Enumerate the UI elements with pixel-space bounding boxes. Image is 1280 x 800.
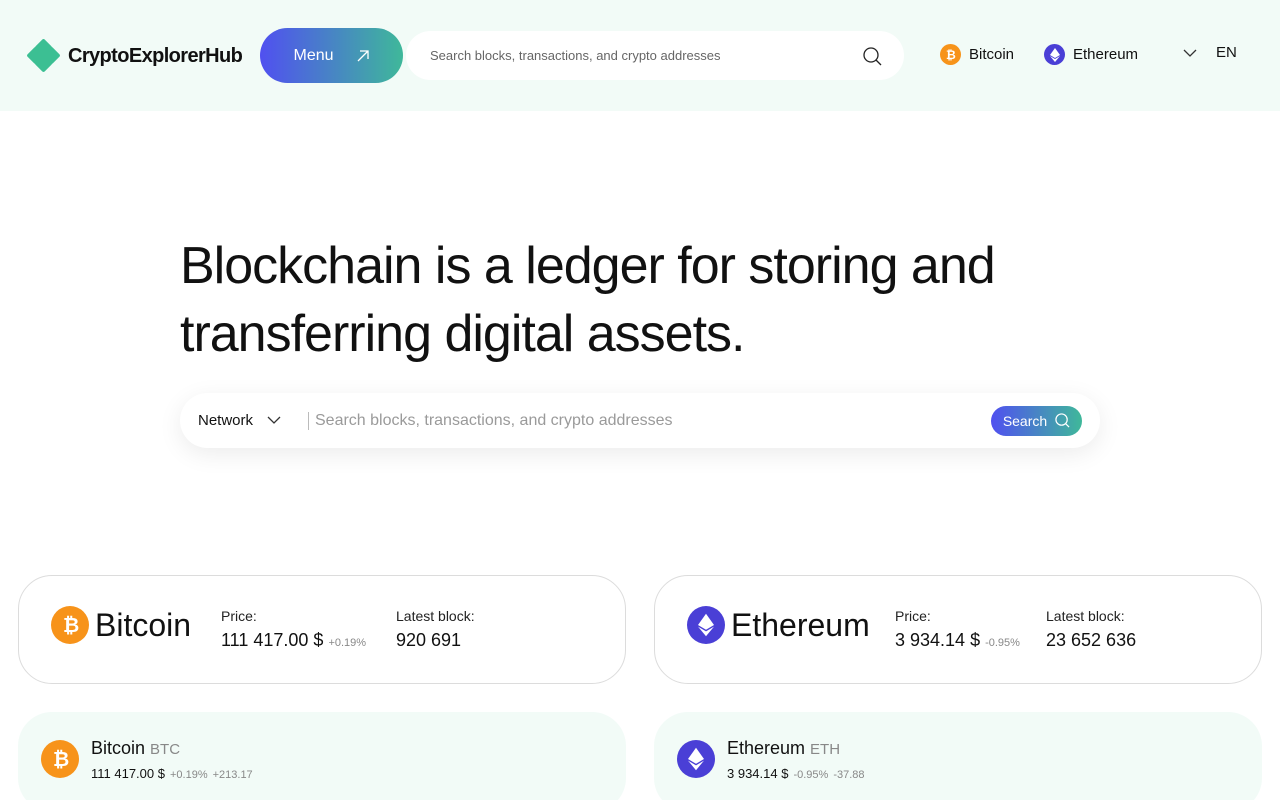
search-divider: [308, 411, 309, 430]
network-dropdown-label: Network: [198, 412, 254, 429]
logo-text: CryptoExplorerHub: [68, 44, 243, 67]
svg-text:₿: ₿: [53, 748, 69, 770]
bitcoin-market-panel[interactable]: ₿ Bitcoin BTC 111 417.00 $ +0.19% +213.17: [18, 712, 626, 800]
network-dropdown[interactable]: Network: [180, 412, 308, 429]
bitcoin-icon: ₿: [51, 606, 89, 644]
site-header: CryptoExplorerHub Menu ₿ Bitcoin Ethereu…: [0, 0, 1280, 111]
ethereum-summary-card[interactable]: Ethereum Price: 3 934.14 $ -0.95% Latest…: [654, 575, 1262, 684]
arrow-up-right-icon: [357, 49, 369, 61]
panel-change-pct: -0.95%: [793, 769, 829, 781]
menu-button[interactable]: Menu: [260, 28, 403, 83]
nav-ethereum-label: Ethereum: [1073, 46, 1139, 63]
latest-block-stat: Latest block: 920 691: [396, 608, 475, 651]
card-coin-label: Ethereum: [731, 606, 870, 643]
price-value: 3 934.14 $: [895, 630, 981, 650]
language-selector[interactable]: EN: [1182, 44, 1237, 61]
panel-coin-label: Ethereum: [727, 738, 806, 758]
panel-ticker: BTC: [150, 741, 181, 758]
ethereum-icon: [1044, 44, 1065, 65]
ethereum-icon: [677, 740, 715, 778]
chevron-down-icon: [267, 416, 281, 424]
latest-block-stat: Latest block: 23 652 636: [1046, 608, 1136, 651]
search-icon[interactable]: [862, 46, 882, 66]
panel-change-pct: +0.19%: [169, 769, 208, 781]
panel-price-row: 3 934.14 $ -0.95% -37.88: [727, 766, 865, 781]
price-value: 111 417.00 $: [221, 630, 324, 650]
language-label: EN: [1216, 44, 1237, 61]
panel-change-abs: -37.88: [833, 769, 865, 781]
nav-bitcoin[interactable]: ₿ Bitcoin: [940, 44, 1014, 65]
ethereum-market-panel[interactable]: Ethereum ETH 3 934.14 $ -0.95% -37.88: [654, 712, 1262, 800]
panel-coin-name: Ethereum ETH: [727, 738, 840, 759]
hero-search-bar: Network Search: [180, 393, 1100, 448]
chevron-down-icon: [1183, 49, 1197, 57]
svg-text:₿: ₿: [946, 48, 956, 61]
price-label: Price:: [895, 608, 931, 624]
svg-text:₿: ₿: [63, 614, 79, 636]
header-search-bar: [406, 31, 904, 80]
search-button[interactable]: Search: [991, 405, 1082, 436]
bitcoin-icon: ₿: [940, 44, 961, 65]
panel-price-row: 111 417.00 $ +0.19% +213.17: [91, 766, 253, 781]
price-value-row: 111 417.00 $ +0.19%: [221, 630, 366, 651]
panel-coin-name: Bitcoin BTC: [91, 738, 180, 759]
card-coin-name: Ethereum: [687, 606, 870, 644]
nav-bitcoin-label: Bitcoin: [969, 46, 1015, 63]
logo-icon: [26, 38, 61, 73]
price-stat: Price: 3 934.14 $ -0.95%: [895, 608, 1020, 651]
menu-button-label: Menu: [293, 46, 334, 64]
bitcoin-icon: ₿: [41, 740, 79, 778]
card-coin-label: Bitcoin: [95, 606, 192, 643]
latest-block-label: Latest block:: [396, 608, 475, 624]
header-search-input[interactable]: [430, 48, 862, 63]
logo[interactable]: CryptoExplorerHub: [26, 38, 243, 73]
price-stat: Price: 111 417.00 $ +0.19%: [221, 608, 366, 651]
bitcoin-summary-card[interactable]: ₿ Bitcoin Price: 111 417.00 $ +0.19% Lat…: [18, 575, 626, 684]
latest-block-value[interactable]: 920 691: [396, 630, 475, 651]
price-change: -0.95%: [985, 637, 1020, 649]
panel-coin-label: Bitcoin: [91, 738, 146, 758]
panel-change-abs: +213.17: [212, 769, 253, 781]
search-icon: [1055, 413, 1070, 428]
latest-block-value[interactable]: 23 652 636: [1046, 630, 1136, 651]
search-button-label: Search: [1002, 412, 1048, 429]
hero-title: Blockchain is a ledger for storing and t…: [180, 237, 996, 363]
price-change: +0.19%: [328, 637, 367, 649]
panel-price: 3 934.14 $: [727, 766, 789, 781]
latest-block-label: Latest block:: [1046, 608, 1125, 624]
panel-ticker: ETH: [810, 741, 841, 758]
price-value-row: 3 934.14 $ -0.95%: [895, 630, 1020, 651]
nav-ethereum[interactable]: Ethereum: [1044, 44, 1138, 65]
ethereum-icon: [687, 606, 725, 644]
panel-price: 111 417.00 $: [91, 766, 165, 781]
hero-search-input[interactable]: [315, 411, 991, 430]
card-coin-name: ₿ Bitcoin: [51, 606, 191, 644]
price-label: Price:: [221, 608, 257, 624]
